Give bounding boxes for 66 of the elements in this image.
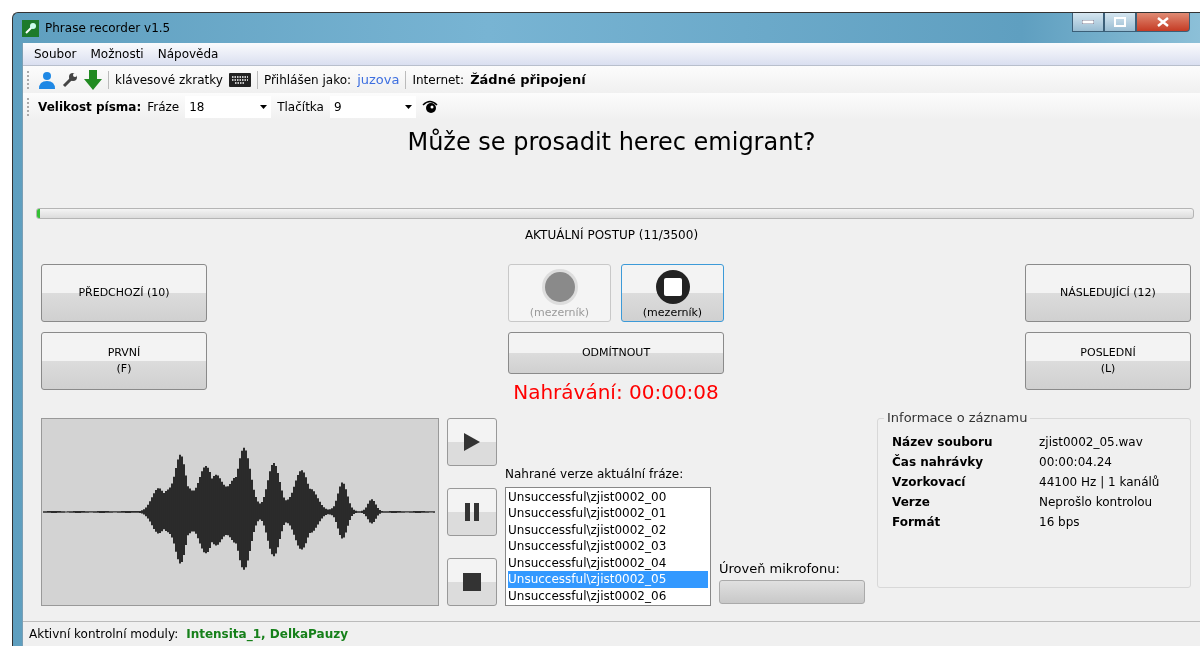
status-label: Aktivní kontrolní moduly: bbox=[29, 627, 179, 641]
versions-label: Nahrané verze aktuální fráze: bbox=[505, 466, 685, 481]
version-item[interactable]: Unsuccessful\zjist0002_06 bbox=[508, 587, 708, 604]
caret-icon bbox=[404, 104, 412, 109]
info-value: 00:00:04.24 bbox=[1039, 455, 1113, 469]
status-modules: Intensita_1, DelkaPauzy bbox=[186, 627, 348, 641]
phrase-label: Fráze bbox=[147, 99, 180, 114]
reject-button[interactable]: ODMÍTNOUT bbox=[508, 332, 724, 374]
phrase-text: Může se prosadit herec emigrant? bbox=[407, 128, 816, 158]
shortcuts-label[interactable]: klávesové zkratky bbox=[115, 72, 223, 87]
phrase-size-dropdown[interactable]: 18 bbox=[185, 95, 272, 118]
button-size-dropdown[interactable]: 9 bbox=[329, 95, 416, 118]
mic-level-label: Úroveň mikrofonu: bbox=[719, 561, 841, 576]
nav-button[interactable]: POSLEDNÍ (L) bbox=[1025, 332, 1191, 390]
menu-item[interactable]: Možnosti bbox=[83, 47, 151, 61]
info-value: Neprošlo kontrolou bbox=[1039, 495, 1154, 509]
nav-button[interactable]: PRVNÍ (F) bbox=[41, 332, 207, 390]
info-label: Verze bbox=[892, 495, 931, 509]
recording-status: Nahrávání: 00:00:08 bbox=[513, 380, 719, 404]
info-label: Vzorkovací bbox=[892, 475, 967, 489]
nav-button[interactable]: PŘEDCHOZÍ (10) bbox=[41, 264, 207, 322]
user-icon[interactable] bbox=[38, 70, 56, 89]
progress-label: AKTUÁLNÍ POSTUP (11/3500) bbox=[524, 228, 699, 244]
window-title: Phrase recorder v1.5 bbox=[45, 21, 171, 35]
buttons-label: Tlačítka bbox=[277, 99, 324, 114]
info-label: Čas nahrávky bbox=[892, 455, 985, 469]
internet-status: Žádné připojení bbox=[470, 72, 586, 87]
username-link[interactable]: juzova bbox=[357, 72, 400, 87]
stop-icon bbox=[463, 573, 481, 591]
menu-item[interactable]: Soubor bbox=[27, 47, 84, 61]
keyboard-icon[interactable] bbox=[228, 72, 251, 87]
caret-icon bbox=[260, 104, 268, 109]
info-title: Informace o záznamu bbox=[884, 410, 1031, 425]
nav-button[interactable]: NÁSLEDUJÍCÍ (12) bbox=[1025, 264, 1191, 322]
version-item[interactable]: Unsuccessful\zjist0002_01 bbox=[508, 505, 708, 522]
record-icon bbox=[540, 267, 579, 306]
internet-label: Internet: bbox=[412, 72, 465, 87]
font-size-label: Velikost písma: bbox=[38, 99, 142, 114]
stop-button[interactable] bbox=[447, 558, 497, 606]
version-item[interactable]: Unsuccessful\zjist0002_03 bbox=[508, 538, 708, 555]
close-button[interactable] bbox=[1136, 13, 1190, 32]
minimize-icon bbox=[1082, 20, 1094, 24]
version-item[interactable]: Unsuccessful\zjist0002_02 bbox=[508, 521, 708, 538]
pause-icon bbox=[465, 503, 479, 521]
download-arrow-icon[interactable] bbox=[84, 69, 102, 90]
info-value: 44100 Hz | 1 kanálů bbox=[1039, 475, 1161, 489]
close-icon bbox=[1157, 17, 1169, 27]
wrench-icon[interactable] bbox=[62, 71, 78, 88]
eye-icon[interactable] bbox=[421, 99, 438, 114]
info-value: 16 bps bbox=[1039, 515, 1081, 529]
stop-button[interactable]: (mezerník) bbox=[621, 264, 724, 322]
play-button[interactable] bbox=[447, 418, 497, 466]
pause-button[interactable] bbox=[447, 488, 497, 536]
maximize-button[interactable] bbox=[1104, 13, 1136, 32]
microphone-icon bbox=[22, 19, 39, 37]
info-label: Formát bbox=[892, 515, 942, 529]
version-item[interactable]: Unsuccessful\zjist0002_00 bbox=[508, 488, 708, 505]
login-label: Přihlášen jako: bbox=[263, 72, 352, 87]
menu-item[interactable]: Nápověda bbox=[150, 47, 226, 61]
play-icon bbox=[464, 433, 480, 451]
info-label: Název souboru bbox=[892, 435, 994, 449]
info-value: zjist0002_05.wav bbox=[1039, 435, 1144, 449]
stop-icon bbox=[653, 267, 692, 306]
minimize-button[interactable] bbox=[1072, 13, 1104, 32]
version-item[interactable]: Unsuccessful\zjist0002_04 bbox=[508, 554, 708, 571]
maximize-icon bbox=[1114, 17, 1126, 27]
